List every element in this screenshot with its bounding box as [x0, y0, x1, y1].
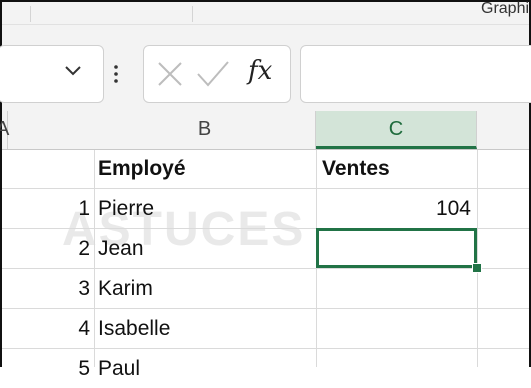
- grid-line: [477, 150, 478, 367]
- formula-controls: fx: [143, 45, 291, 103]
- table-cell-a[interactable]: 2: [2, 230, 90, 268]
- formula-input[interactable]: [300, 45, 531, 103]
- table-cell-b[interactable]: Isabelle: [98, 310, 170, 348]
- table-cell-b[interactable]: Employé: [98, 150, 186, 188]
- table-cell-b[interactable]: Jean: [98, 230, 144, 268]
- column-headers: A B C: [0, 111, 529, 150]
- table-cell-c[interactable]: [316, 270, 471, 308]
- table-cell-a[interactable]: [2, 150, 90, 188]
- name-box[interactable]: [0, 45, 104, 103]
- table-cell-b[interactable]: Paul: [98, 350, 140, 388]
- insert-function-button[interactable]: fx: [248, 56, 272, 86]
- table-cell-a[interactable]: 3: [2, 270, 90, 308]
- ribbon-separator: [192, 6, 193, 22]
- grid-line: [2, 348, 529, 349]
- checkmark-icon[interactable]: [196, 60, 230, 88]
- table-cell-c[interactable]: 104: [316, 190, 471, 228]
- table-cell-c[interactable]: Ventes: [322, 150, 390, 188]
- ribbon-strip: Graphiques: [2, 0, 529, 25]
- table-cell-a[interactable]: 1: [2, 190, 90, 228]
- column-header-b[interactable]: B: [94, 111, 316, 149]
- ribbon-separator: [30, 6, 31, 22]
- formula-bar-area: fx: [0, 25, 531, 111]
- more-options-icon[interactable]: [114, 63, 118, 85]
- grid-line: [2, 268, 529, 269]
- fill-handle[interactable]: [472, 263, 482, 273]
- chevron-down-icon[interactable]: [63, 60, 83, 80]
- grid-line: [94, 150, 95, 367]
- table-cell-a[interactable]: 4: [2, 310, 90, 348]
- active-cell-selection[interactable]: [316, 228, 477, 268]
- grid-line: [2, 188, 529, 189]
- table-cell-b[interactable]: Karim: [98, 270, 153, 308]
- ribbon-group-label[interactable]: Graphiques: [481, 0, 529, 18]
- column-header-c[interactable]: C: [316, 111, 477, 149]
- cell-grid: ASTUCES Employé Ventes 1 Pierre 104 2 Je…: [2, 150, 529, 380]
- table-cell-b[interactable]: Pierre: [98, 190, 154, 228]
- cancel-icon[interactable]: [156, 60, 184, 88]
- grid-line: [2, 308, 529, 309]
- table-cell-a[interactable]: 5: [2, 350, 90, 388]
- table-cell-c[interactable]: [316, 310, 471, 348]
- column-header-a[interactable]: A: [0, 111, 9, 149]
